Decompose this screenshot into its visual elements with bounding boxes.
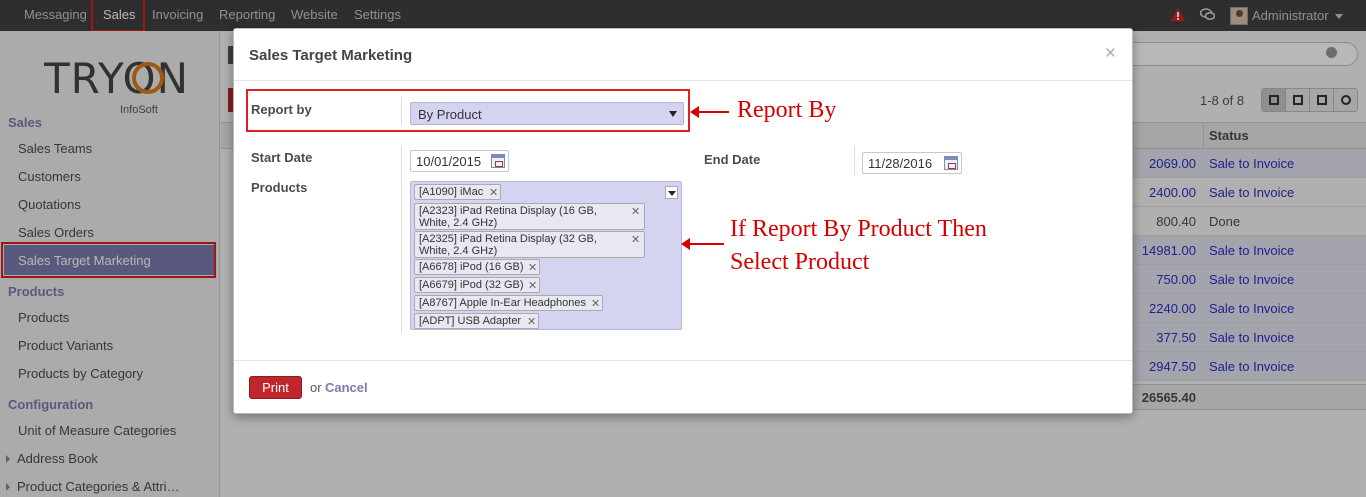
divider xyxy=(234,80,1132,81)
products-label: Products xyxy=(251,180,308,195)
start-date-value: 10/01/2015 xyxy=(416,154,482,169)
end-date-label: End Date xyxy=(704,152,761,167)
product-tag: [ADPT] USB Adapter ✕ xyxy=(414,313,539,329)
product-tag: [A8767] Apple In-Ear Headphones ✕ xyxy=(414,295,603,311)
product-tag-label: [A6678] iPod (16 GB) xyxy=(419,261,524,273)
product-tag: [A6679] iPod (32 GB) ✕ xyxy=(414,277,540,293)
report-by-highlight-box xyxy=(246,89,690,132)
remove-tag-icon[interactable]: ✕ xyxy=(591,298,600,310)
remove-tag-icon[interactable]: ✕ xyxy=(527,316,536,328)
product-tag-label: [ADPT] USB Adapter xyxy=(419,315,522,327)
start-date-field[interactable]: 10/01/2015 xyxy=(410,150,509,172)
annotation-product-line2: Select Product xyxy=(730,249,870,275)
close-icon[interactable]: × xyxy=(1105,43,1116,65)
end-date-field[interactable]: 11/28/2016 xyxy=(862,152,962,174)
calendar-icon[interactable] xyxy=(944,156,958,170)
product-tag: [A6678] iPod (16 GB) ✕ xyxy=(414,259,540,275)
end-date-value: 11/28/2016 xyxy=(868,156,933,171)
divider xyxy=(234,360,1132,361)
remove-tag-icon[interactable]: ✕ xyxy=(631,234,640,246)
calendar-icon[interactable] xyxy=(491,154,505,168)
cancel-button[interactable]: Cancel xyxy=(325,380,368,395)
product-tag: [A1090] iMac ✕ xyxy=(414,184,501,200)
product-tag-label: [A2325] iPad Retina Display (32 GB, Whit… xyxy=(419,233,597,257)
start-date-label: Start Date xyxy=(251,150,313,165)
print-button[interactable]: Print xyxy=(249,376,302,399)
product-tag-label: [A2323] iPad Retina Display (16 GB, Whit… xyxy=(419,205,597,229)
annotation-product-line1: If Report By Product Then xyxy=(730,216,987,242)
product-tag: [A2323] iPad Retina Display (16 GB, Whit… xyxy=(414,203,645,230)
product-tag-label: [A8767] Apple In-Ear Headphones xyxy=(419,297,586,309)
remove-tag-icon[interactable]: ✕ xyxy=(631,206,640,218)
remove-tag-icon[interactable]: ✕ xyxy=(489,187,498,199)
divider xyxy=(401,146,402,333)
annotation-arrow-icon xyxy=(690,106,729,118)
product-tag-label: [A1090] iMac xyxy=(419,186,484,198)
dialog-title: Sales Target Marketing xyxy=(249,47,413,64)
product-tag: [A2325] iPad Retina Display (32 GB, Whit… xyxy=(414,231,645,258)
sales-target-marketing-dialog: Sales Target Marketing × Report by By Pr… xyxy=(233,28,1133,414)
divider xyxy=(854,146,855,176)
product-tag-label: [A6679] iPod (32 GB) xyxy=(419,279,524,291)
or-text: or xyxy=(310,380,322,395)
annotation-report-by: Report By xyxy=(737,97,837,123)
remove-tag-icon[interactable]: ✕ xyxy=(528,280,537,292)
chevron-down-icon[interactable] xyxy=(665,186,678,199)
annotation-arrow-icon xyxy=(681,238,724,250)
products-many2many-field[interactable]: [A1090] iMac ✕ [A2323] iPad Retina Displ… xyxy=(410,181,682,330)
remove-tag-icon[interactable]: ✕ xyxy=(528,262,537,274)
